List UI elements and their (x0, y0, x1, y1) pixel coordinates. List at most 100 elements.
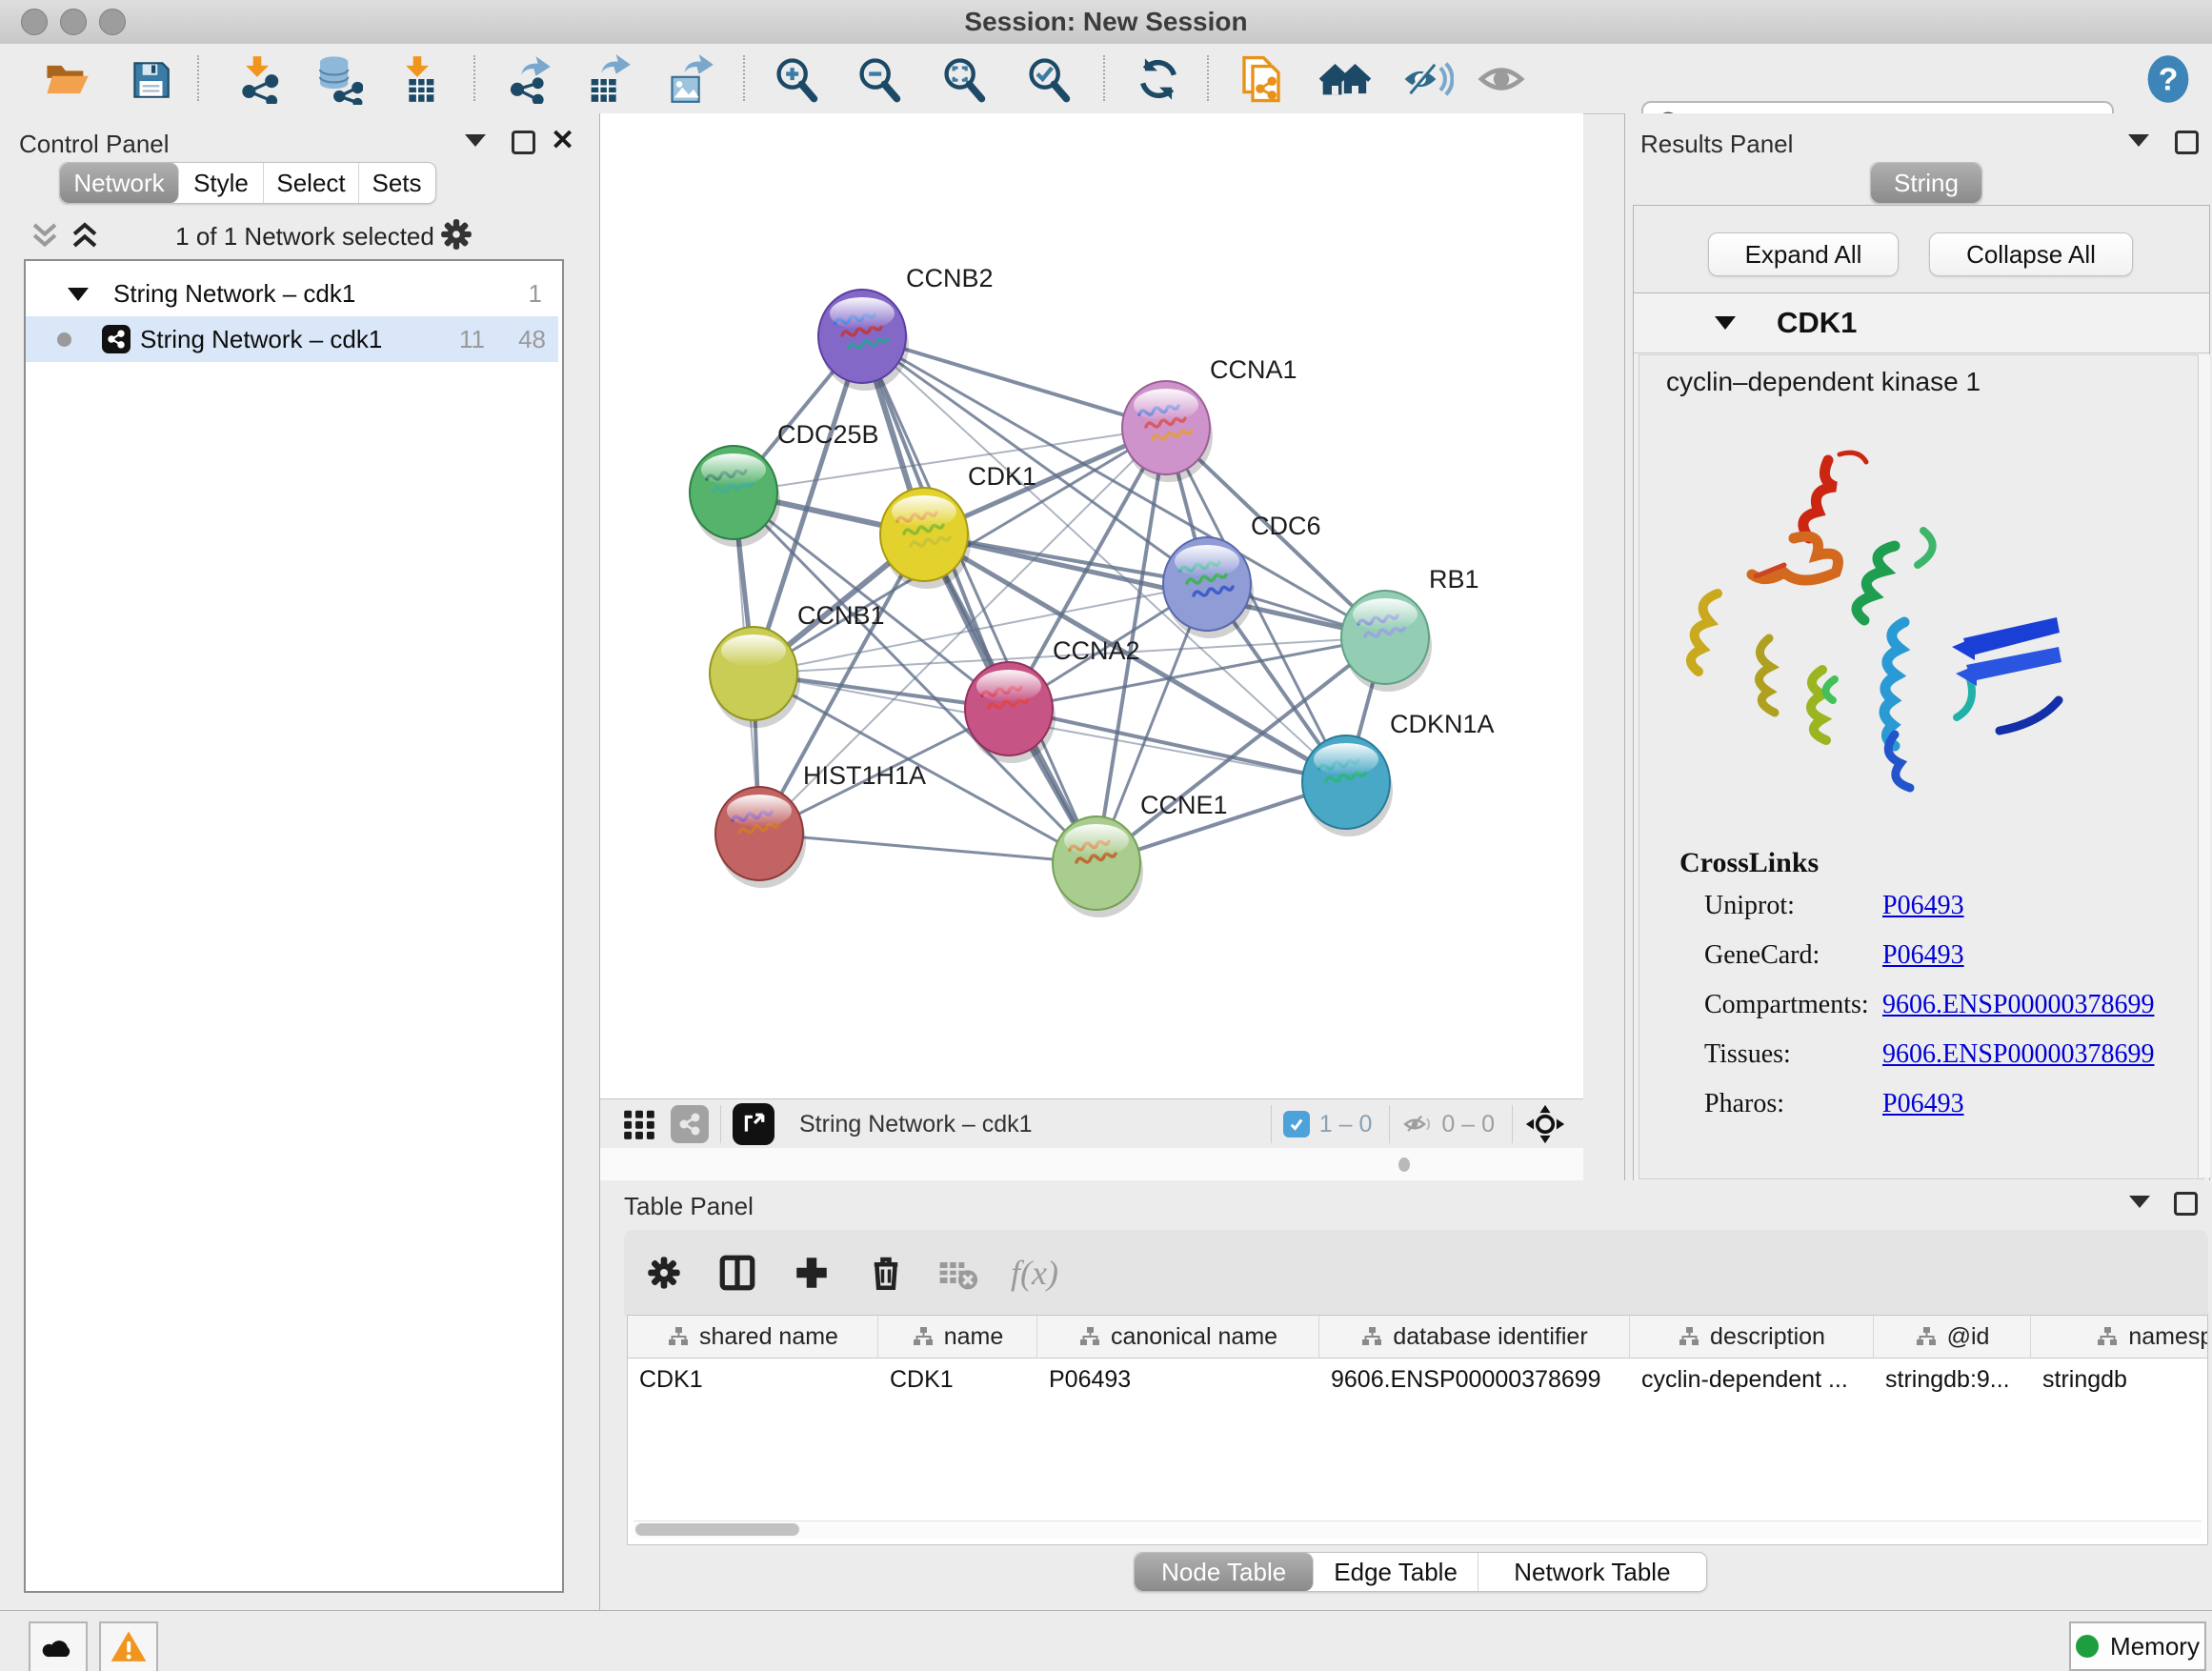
network-node-CCNB1[interactable]: CCNB1 (710, 601, 885, 728)
network-node-CDC25B[interactable]: CDC25B (690, 420, 879, 547)
expand-all-chevron-icon[interactable] (69, 221, 101, 250)
table-cell[interactable]: CDK1 (878, 1359, 1036, 1400)
column-header-canonicalname[interactable]: canonical name (1037, 1316, 1319, 1359)
tab-string[interactable]: String (1871, 163, 1981, 203)
horizontal-splitter[interactable] (600, 1148, 1583, 1181)
tab-network[interactable]: Network (60, 163, 179, 203)
column-header-sharedname[interactable]: shared name (628, 1316, 878, 1359)
column-type-icon (1078, 1325, 1101, 1348)
fit-content-crosshair-icon[interactable] (1524, 1103, 1566, 1145)
network-node-RB1[interactable]: RB1 (1341, 565, 1479, 692)
close-panel-icon[interactable]: ✕ (551, 131, 574, 151)
section-collapse-icon[interactable] (1715, 316, 1736, 330)
protein-structure-image (1678, 443, 2087, 834)
network-node-CCNE1[interactable]: CCNE1 (1053, 791, 1228, 917)
crosslink-link[interactable]: P06493 (1882, 891, 1964, 921)
maximize-panel-icon[interactable] (512, 131, 535, 154)
node-label: CDK1 (968, 462, 1036, 491)
column-header-description[interactable]: description (1630, 1316, 1874, 1359)
network-edge[interactable] (759, 834, 1096, 863)
network-edge[interactable] (862, 336, 1385, 637)
duplicate-network-button[interactable] (1235, 53, 1288, 105)
export-network-button[interactable] (503, 53, 556, 105)
network-edge[interactable] (924, 534, 1385, 637)
collapse-all-chevron-icon[interactable] (29, 221, 61, 250)
maximize-panel-icon[interactable] (2175, 131, 2199, 154)
cloud-services-button[interactable] (29, 1621, 88, 1671)
network-node-HIST1H1A[interactable]: HIST1H1A (715, 761, 926, 888)
network-row-selected[interactable]: String Network – cdk1 11 48 (26, 316, 558, 362)
network-node-CDK1[interactable]: CDK1 (880, 462, 1036, 589)
apply-layout-button[interactable] (1132, 53, 1185, 105)
export-image-button[interactable] (664, 53, 717, 105)
scrollbar-thumb[interactable] (635, 1523, 799, 1536)
results-scrollbar[interactable] (2198, 354, 2210, 1178)
show-all-button[interactable] (1475, 53, 1528, 105)
string-network-graph[interactable]: CCNB2CCNA1CDC25BCDK1CDC6RB1CCNB1CCNA2CDK… (600, 113, 1583, 1098)
table-cell[interactable]: stringdb (2031, 1359, 2208, 1400)
gear-icon[interactable] (438, 216, 474, 252)
save-session-button[interactable] (124, 53, 177, 105)
column-header-databaseidentifier[interactable]: database identifier (1319, 1316, 1630, 1359)
tab-style[interactable]: Style (179, 163, 264, 203)
table-cell[interactable]: 9606.ENSP00000378699 (1319, 1359, 1629, 1400)
column-header-name[interactable]: name (878, 1316, 1037, 1359)
string-home-button[interactable] (1318, 53, 1372, 105)
network-collection-row[interactable]: String Network – cdk1 1 (26, 271, 558, 316)
network-node-CCNA1[interactable]: CCNA1 (1122, 355, 1297, 482)
table-cell[interactable]: cyclin-dependent ... (1630, 1359, 1873, 1400)
columns-icon[interactable] (717, 1253, 757, 1293)
hide-selected-button[interactable] (1400, 53, 1454, 105)
gear-icon[interactable] (645, 1254, 683, 1292)
open-session-button[interactable] (40, 53, 93, 105)
crosslink-link[interactable]: P06493 (1882, 1089, 1964, 1119)
zoom-fit-button[interactable] (937, 53, 991, 105)
tab-node-table[interactable]: Node Table (1135, 1553, 1314, 1591)
float-panel-icon[interactable] (465, 134, 486, 147)
tab-sets[interactable]: Sets (359, 163, 434, 203)
gene-section-header[interactable]: CDK1 (1634, 293, 2209, 353)
table-horizontal-scrollbar[interactable] (633, 1520, 2202, 1539)
column-header-id[interactable]: @id (1874, 1316, 2031, 1359)
crosslink-link[interactable]: 9606.ENSP00000378699 (1882, 990, 2154, 1020)
import-network-file-button[interactable] (231, 53, 284, 105)
table-cell[interactable]: stringdb:9... (1874, 1359, 2030, 1400)
zoom-selected-button[interactable] (1022, 53, 1076, 105)
memory-label: Memory (2110, 1632, 2200, 1661)
memory-button[interactable]: Memory (2069, 1621, 2206, 1671)
table-cell[interactable]: CDK1 (628, 1359, 877, 1400)
zoom-in-button[interactable] (770, 53, 823, 105)
splitter-grip[interactable] (1398, 1158, 1410, 1172)
node-table[interactable]: shared namenamecanonical namedatabase id… (627, 1315, 2208, 1545)
network-view-mode-icon[interactable] (671, 1105, 709, 1143)
export-network-icon (505, 54, 554, 104)
zoom-out-button[interactable] (853, 53, 906, 105)
network-edge[interactable] (1009, 709, 1346, 782)
maximize-panel-icon[interactable] (2174, 1192, 2198, 1216)
table-cell[interactable]: P06493 (1037, 1359, 1318, 1400)
grid-view-icon[interactable] (621, 1106, 657, 1142)
float-panel-icon[interactable] (2128, 134, 2149, 147)
tab-select[interactable]: Select (264, 163, 359, 203)
tab-network-table[interactable]: Network Table (1478, 1553, 1706, 1591)
network-view-canvas[interactable]: CCNB2CCNA1CDC25BCDK1CDC6RB1CCNB1CCNA2CDK… (600, 113, 1583, 1098)
crosslink-link[interactable]: P06493 (1882, 940, 1964, 971)
import-table-button[interactable] (391, 53, 444, 105)
collapse-all-button[interactable]: Collapse All (1929, 232, 2133, 276)
column-header-namespace[interactable]: namespace (2031, 1316, 2208, 1359)
detach-view-button[interactable] (733, 1103, 774, 1145)
expand-all-button[interactable]: Expand All (1708, 232, 1899, 276)
tree-expand-icon[interactable] (68, 288, 89, 301)
help-button[interactable]: ? (2142, 53, 2195, 105)
export-table-button[interactable] (581, 53, 634, 105)
add-column-plus-icon[interactable] (792, 1253, 832, 1293)
network-node-CDKN1A[interactable]: CDKN1A (1302, 710, 1495, 836)
warnings-button[interactable] (99, 1621, 158, 1671)
network-node-CCNB2[interactable]: CCNB2 (818, 264, 994, 391)
import-network-database-button[interactable] (311, 53, 364, 105)
float-panel-icon[interactable] (2129, 1196, 2150, 1208)
crosslink-link[interactable]: 9606.ENSP00000378699 (1882, 1039, 2154, 1070)
tab-edge-table[interactable]: Edge Table (1314, 1553, 1478, 1591)
selected-indicator-checkbox[interactable] (1283, 1111, 1310, 1137)
delete-column-trash-icon[interactable] (866, 1253, 906, 1293)
